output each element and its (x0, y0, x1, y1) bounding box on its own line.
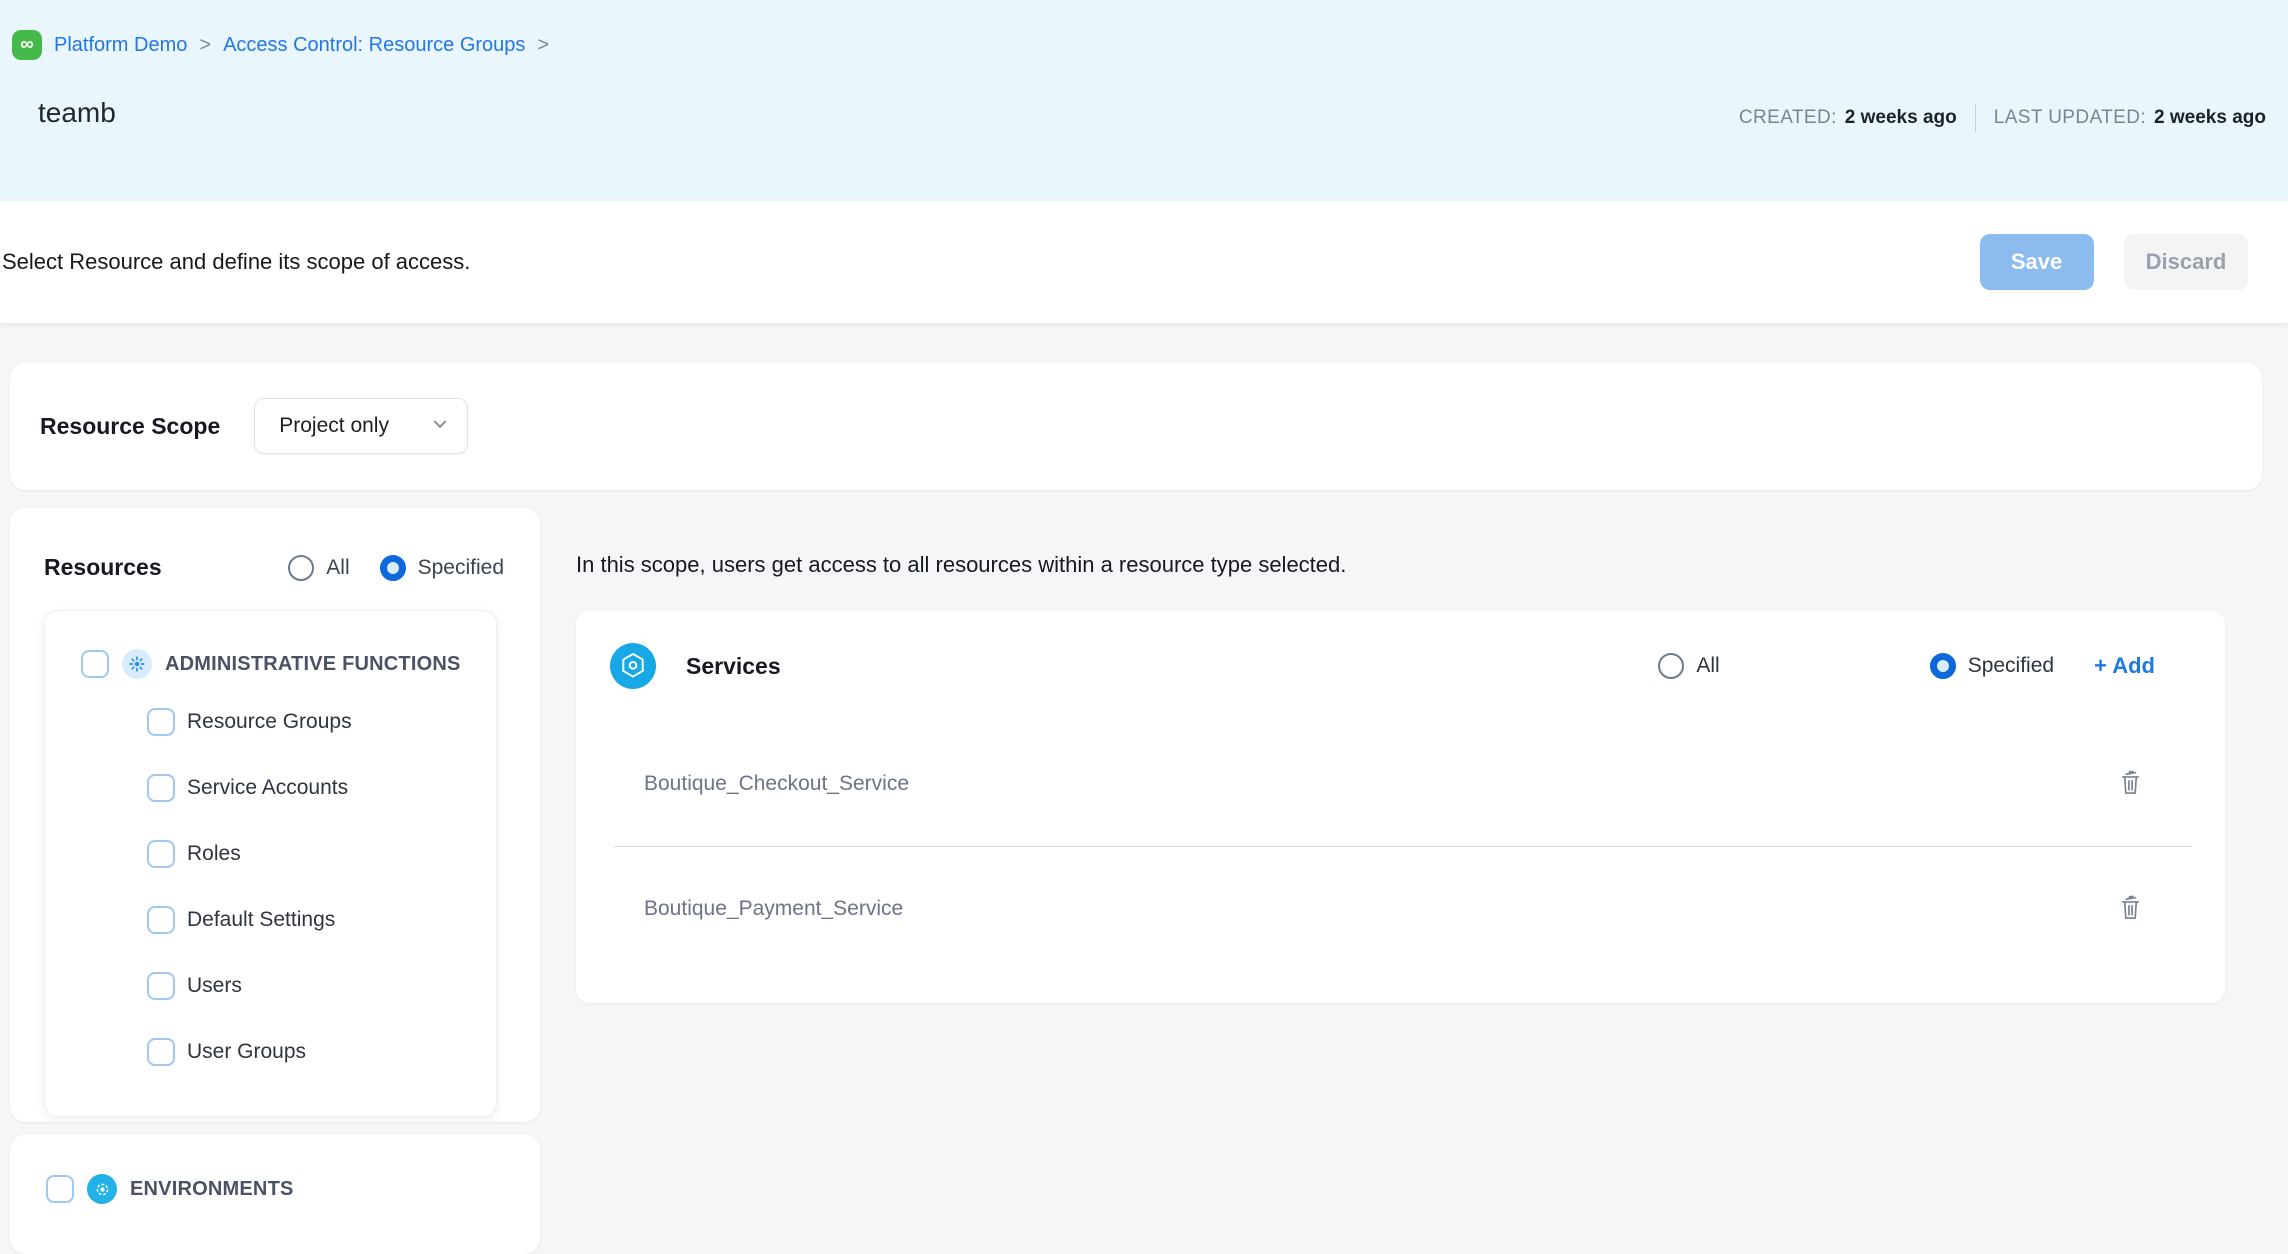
resources-scope-radio-group: All Specified (288, 555, 504, 581)
resource-type-row: Roles (147, 821, 496, 887)
environments-checkbox[interactable] (46, 1175, 74, 1203)
last-updated-meta: LAST UPDATED: 2 weeks ago (1994, 107, 2266, 129)
service-name: Boutique_Checkout_Service (644, 772, 909, 796)
resource-type-label: Users (187, 974, 242, 998)
hexagon-service-icon (610, 643, 656, 689)
environments-panel: ENVIRONMENTS (10, 1134, 540, 1254)
radio-selected-icon[interactable] (1930, 653, 1956, 679)
delete-service-button[interactable] (2117, 768, 2144, 800)
resource-type-row: Default Settings (147, 887, 496, 953)
add-service-button[interactable]: + Add (2094, 653, 2155, 679)
last-updated-value: 2 weeks ago (2154, 107, 2266, 129)
service-row: Boutique_Checkout_Service (614, 722, 2192, 846)
scope-detail-column: In this scope, users get access to all r… (576, 508, 2225, 1003)
services-title: Services (686, 653, 781, 680)
main-content: Resource Scope Project only Resources Al… (0, 324, 2288, 1254)
resource-scope-card: Resource Scope Project only (10, 362, 2262, 490)
created-meta: CREATED: 2 weeks ago (1739, 107, 1957, 129)
radio-selected-icon[interactable] (380, 555, 406, 581)
user-groups-checkbox[interactable] (147, 1038, 175, 1066)
resource-type-row: Resource Groups (147, 689, 496, 755)
gear-icon (122, 649, 152, 679)
resource-type-label: Roles (187, 842, 241, 866)
radio-unselected-icon[interactable] (1658, 653, 1684, 679)
page-header: ∞ Platform Demo > Access Control: Resour… (0, 0, 2288, 201)
users-checkbox[interactable] (147, 972, 175, 1000)
created-label: CREATED: (1739, 107, 1837, 129)
resources-specified-label: Specified (418, 556, 504, 580)
breadcrumb: ∞ Platform Demo > Access Control: Resour… (12, 30, 2266, 60)
resource-type-row: Service Accounts (147, 755, 496, 821)
service-row: Boutique_Payment_Service (614, 846, 2192, 970)
action-toolbar: Select Resource and define its scope of … (0, 201, 2288, 324)
resources-title: Resources (44, 554, 162, 581)
resource-type-label: Default Settings (187, 908, 335, 932)
resource-scope-selected-value: Project only (279, 414, 389, 438)
title-row: teamb CREATED: 2 weeks ago LAST UPDATED:… (12, 94, 2266, 132)
radio-unselected-icon[interactable] (288, 555, 314, 581)
service-rows: Boutique_Checkout_Service (614, 722, 2192, 970)
resources-radio-all[interactable]: All (288, 555, 349, 581)
resource-type-row: User Groups (147, 1019, 496, 1085)
category-row-administrative-functions: ADMINISTRATIVE FUNCTIONS (81, 639, 496, 689)
meta-info: CREATED: 2 weeks ago LAST UPDATED: 2 wee… (1739, 94, 2266, 132)
services-specified-label: Specified (1968, 654, 2054, 678)
delete-service-button[interactable] (2117, 893, 2144, 925)
resources-column: Resources All Specified (10, 508, 540, 1254)
services-card: Services All Specified + Add Boutique_Ch… (576, 610, 2225, 1003)
roles-checkbox[interactable] (147, 840, 175, 868)
category-label: ADMINISTRATIVE FUNCTIONS (165, 653, 461, 676)
breadcrumb-link-access-control[interactable]: Access Control: Resource Groups (223, 34, 525, 57)
trash-icon (2117, 893, 2144, 925)
chevron-right-icon: > (199, 34, 211, 57)
resource-type-label: Resource Groups (187, 710, 352, 734)
toolbar-actions: Save Discard (1980, 234, 2248, 290)
administrative-functions-checkbox[interactable] (81, 650, 109, 678)
service-accounts-checkbox[interactable] (147, 774, 175, 802)
services-radio-specified[interactable]: Specified (1930, 653, 2054, 679)
category-label: ENVIRONMENTS (130, 1178, 294, 1201)
services-radio-all[interactable]: All (1658, 653, 1719, 679)
resources-radio-specified[interactable]: Specified (380, 555, 504, 581)
environment-icon (87, 1174, 117, 1204)
services-all-label: All (1696, 654, 1719, 678)
services-card-header: Services All Specified + Add (576, 610, 2225, 689)
resource-types-list: ADMINISTRATIVE FUNCTIONS Resource Groups… (44, 610, 497, 1117)
scope-info-text: In this scope, users get access to all r… (576, 508, 2225, 578)
resource-groups-checkbox[interactable] (147, 708, 175, 736)
breadcrumb-link-platform-demo[interactable]: Platform Demo (54, 34, 187, 57)
service-name: Boutique_Payment_Service (644, 897, 903, 921)
discard-button[interactable]: Discard (2124, 234, 2248, 290)
resources-panel: Resources All Specified (10, 508, 540, 1122)
resource-scope-label: Resource Scope (40, 413, 220, 440)
chevron-right-icon: > (537, 34, 549, 57)
content-row: Resources All Specified (10, 508, 2262, 1254)
trash-icon (2117, 768, 2144, 800)
category-row-environments: ENVIRONMENTS (46, 1164, 540, 1214)
resources-panel-header: Resources All Specified (10, 508, 540, 581)
last-updated-label: LAST UPDATED: (1994, 107, 2146, 129)
resource-type-label: Service Accounts (187, 776, 348, 800)
resource-scope-select[interactable]: Project only (254, 398, 468, 454)
page-title: teamb (38, 97, 116, 129)
resources-all-label: All (326, 556, 349, 580)
created-value: 2 weeks ago (1845, 107, 1957, 129)
resource-type-label: User Groups (187, 1040, 306, 1064)
platform-logo-icon: ∞ (12, 30, 42, 60)
toolbar-description: Select Resource and define its scope of … (2, 249, 470, 275)
save-button[interactable]: Save (1980, 234, 2094, 290)
resource-type-row: Users (147, 953, 496, 1019)
meta-divider (1975, 104, 1976, 132)
default-settings-checkbox[interactable] (147, 906, 175, 934)
chevron-down-icon (431, 415, 449, 438)
